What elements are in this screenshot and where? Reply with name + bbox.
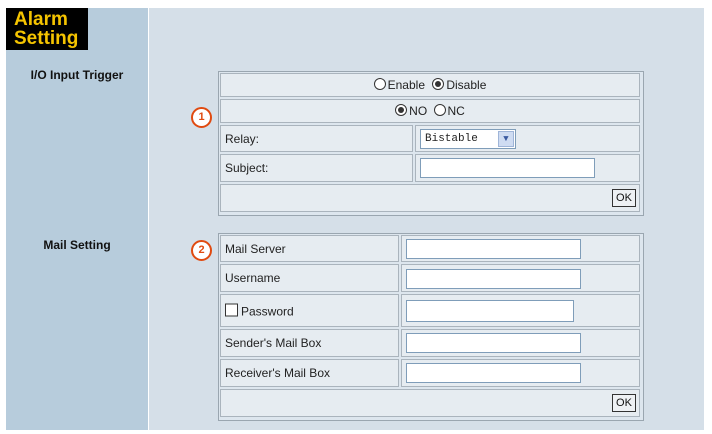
- sender-mailbox-input[interactable]: [406, 333, 581, 353]
- chevron-down-icon: ▼: [498, 131, 514, 147]
- disable-radio-icon: [432, 78, 445, 90]
- mail-ok-button[interactable]: OK: [612, 394, 636, 412]
- sender-mailbox-label: Sender's Mail Box: [225, 336, 322, 350]
- nc-radio[interactable]: NC: [433, 104, 465, 118]
- page-title: Alarm Setting: [6, 8, 88, 50]
- no-radio-icon: [395, 104, 408, 116]
- password-label: Password: [241, 304, 294, 318]
- relay-select[interactable]: Bistable ▼: [420, 129, 516, 149]
- enable-radio[interactable]: Enable: [373, 78, 429, 92]
- username-value-cell: [401, 264, 640, 292]
- username-input[interactable]: [406, 269, 581, 289]
- mail-server-label: Mail Server: [225, 241, 286, 256]
- subject-value-cell: [415, 154, 640, 182]
- alarm-setting-page: Alarm Setting I/O Input Trigger Mail Set…: [0, 0, 712, 434]
- receiver-value-cell: [401, 359, 640, 387]
- password-toggle[interactable]: Password: [225, 303, 294, 318]
- username-label: Username: [225, 271, 281, 285]
- relay-label: Relay:: [225, 131, 260, 146]
- mail-server-value-cell: [401, 235, 640, 262]
- mail-server-label-cell: Mail Server: [220, 235, 399, 262]
- no-radio[interactable]: NO: [395, 104, 430, 118]
- page-title-line1: Alarm: [14, 9, 68, 30]
- relay-label-cell: Relay:: [220, 125, 413, 152]
- subject-label: Subject:: [225, 161, 269, 175]
- callout-1: 1: [191, 107, 212, 128]
- relay-value-cell: Bistable ▼: [415, 125, 640, 152]
- sender-value-cell: [401, 329, 640, 357]
- nc-radio-label: NC: [447, 104, 465, 118]
- password-input[interactable]: [406, 300, 574, 322]
- subject-input[interactable]: [420, 158, 595, 178]
- io-ok-row: OK: [220, 184, 640, 212]
- sender-label-cell: Sender's Mail Box: [220, 329, 399, 357]
- password-label-cell: Password: [220, 294, 399, 327]
- io-ok-button[interactable]: OK: [612, 189, 636, 207]
- enable-row: Enable Disable: [220, 73, 640, 97]
- mail-ok-row: OK: [220, 389, 640, 417]
- password-checkbox: [225, 303, 238, 316]
- disable-radio-label: Disable: [446, 78, 487, 92]
- receiver-label-cell: Receiver's Mail Box: [220, 359, 399, 387]
- enable-radio-label: Enable: [387, 78, 425, 92]
- username-label-cell: Username: [220, 264, 399, 292]
- contact-type-row: NO NC: [220, 99, 640, 123]
- io-input-trigger-label: I/O Input Trigger: [30, 68, 124, 82]
- nc-radio-icon: [433, 104, 446, 116]
- callout-2: 2: [191, 240, 212, 261]
- enable-radio-icon: [373, 78, 386, 90]
- disable-radio[interactable]: Disable: [432, 78, 486, 92]
- receiver-mailbox-input[interactable]: [406, 363, 581, 383]
- subject-label-cell: Subject:: [220, 154, 413, 182]
- page-title-line2: Setting: [14, 28, 79, 49]
- password-value-cell: [401, 294, 640, 327]
- mail-setting-label: Mail Setting: [43, 238, 111, 252]
- relay-select-value: Bistable: [425, 133, 478, 145]
- mail-server-input[interactable]: [406, 239, 581, 259]
- receiver-mailbox-label: Receiver's Mail Box: [225, 366, 330, 380]
- no-radio-label: NO: [409, 104, 428, 118]
